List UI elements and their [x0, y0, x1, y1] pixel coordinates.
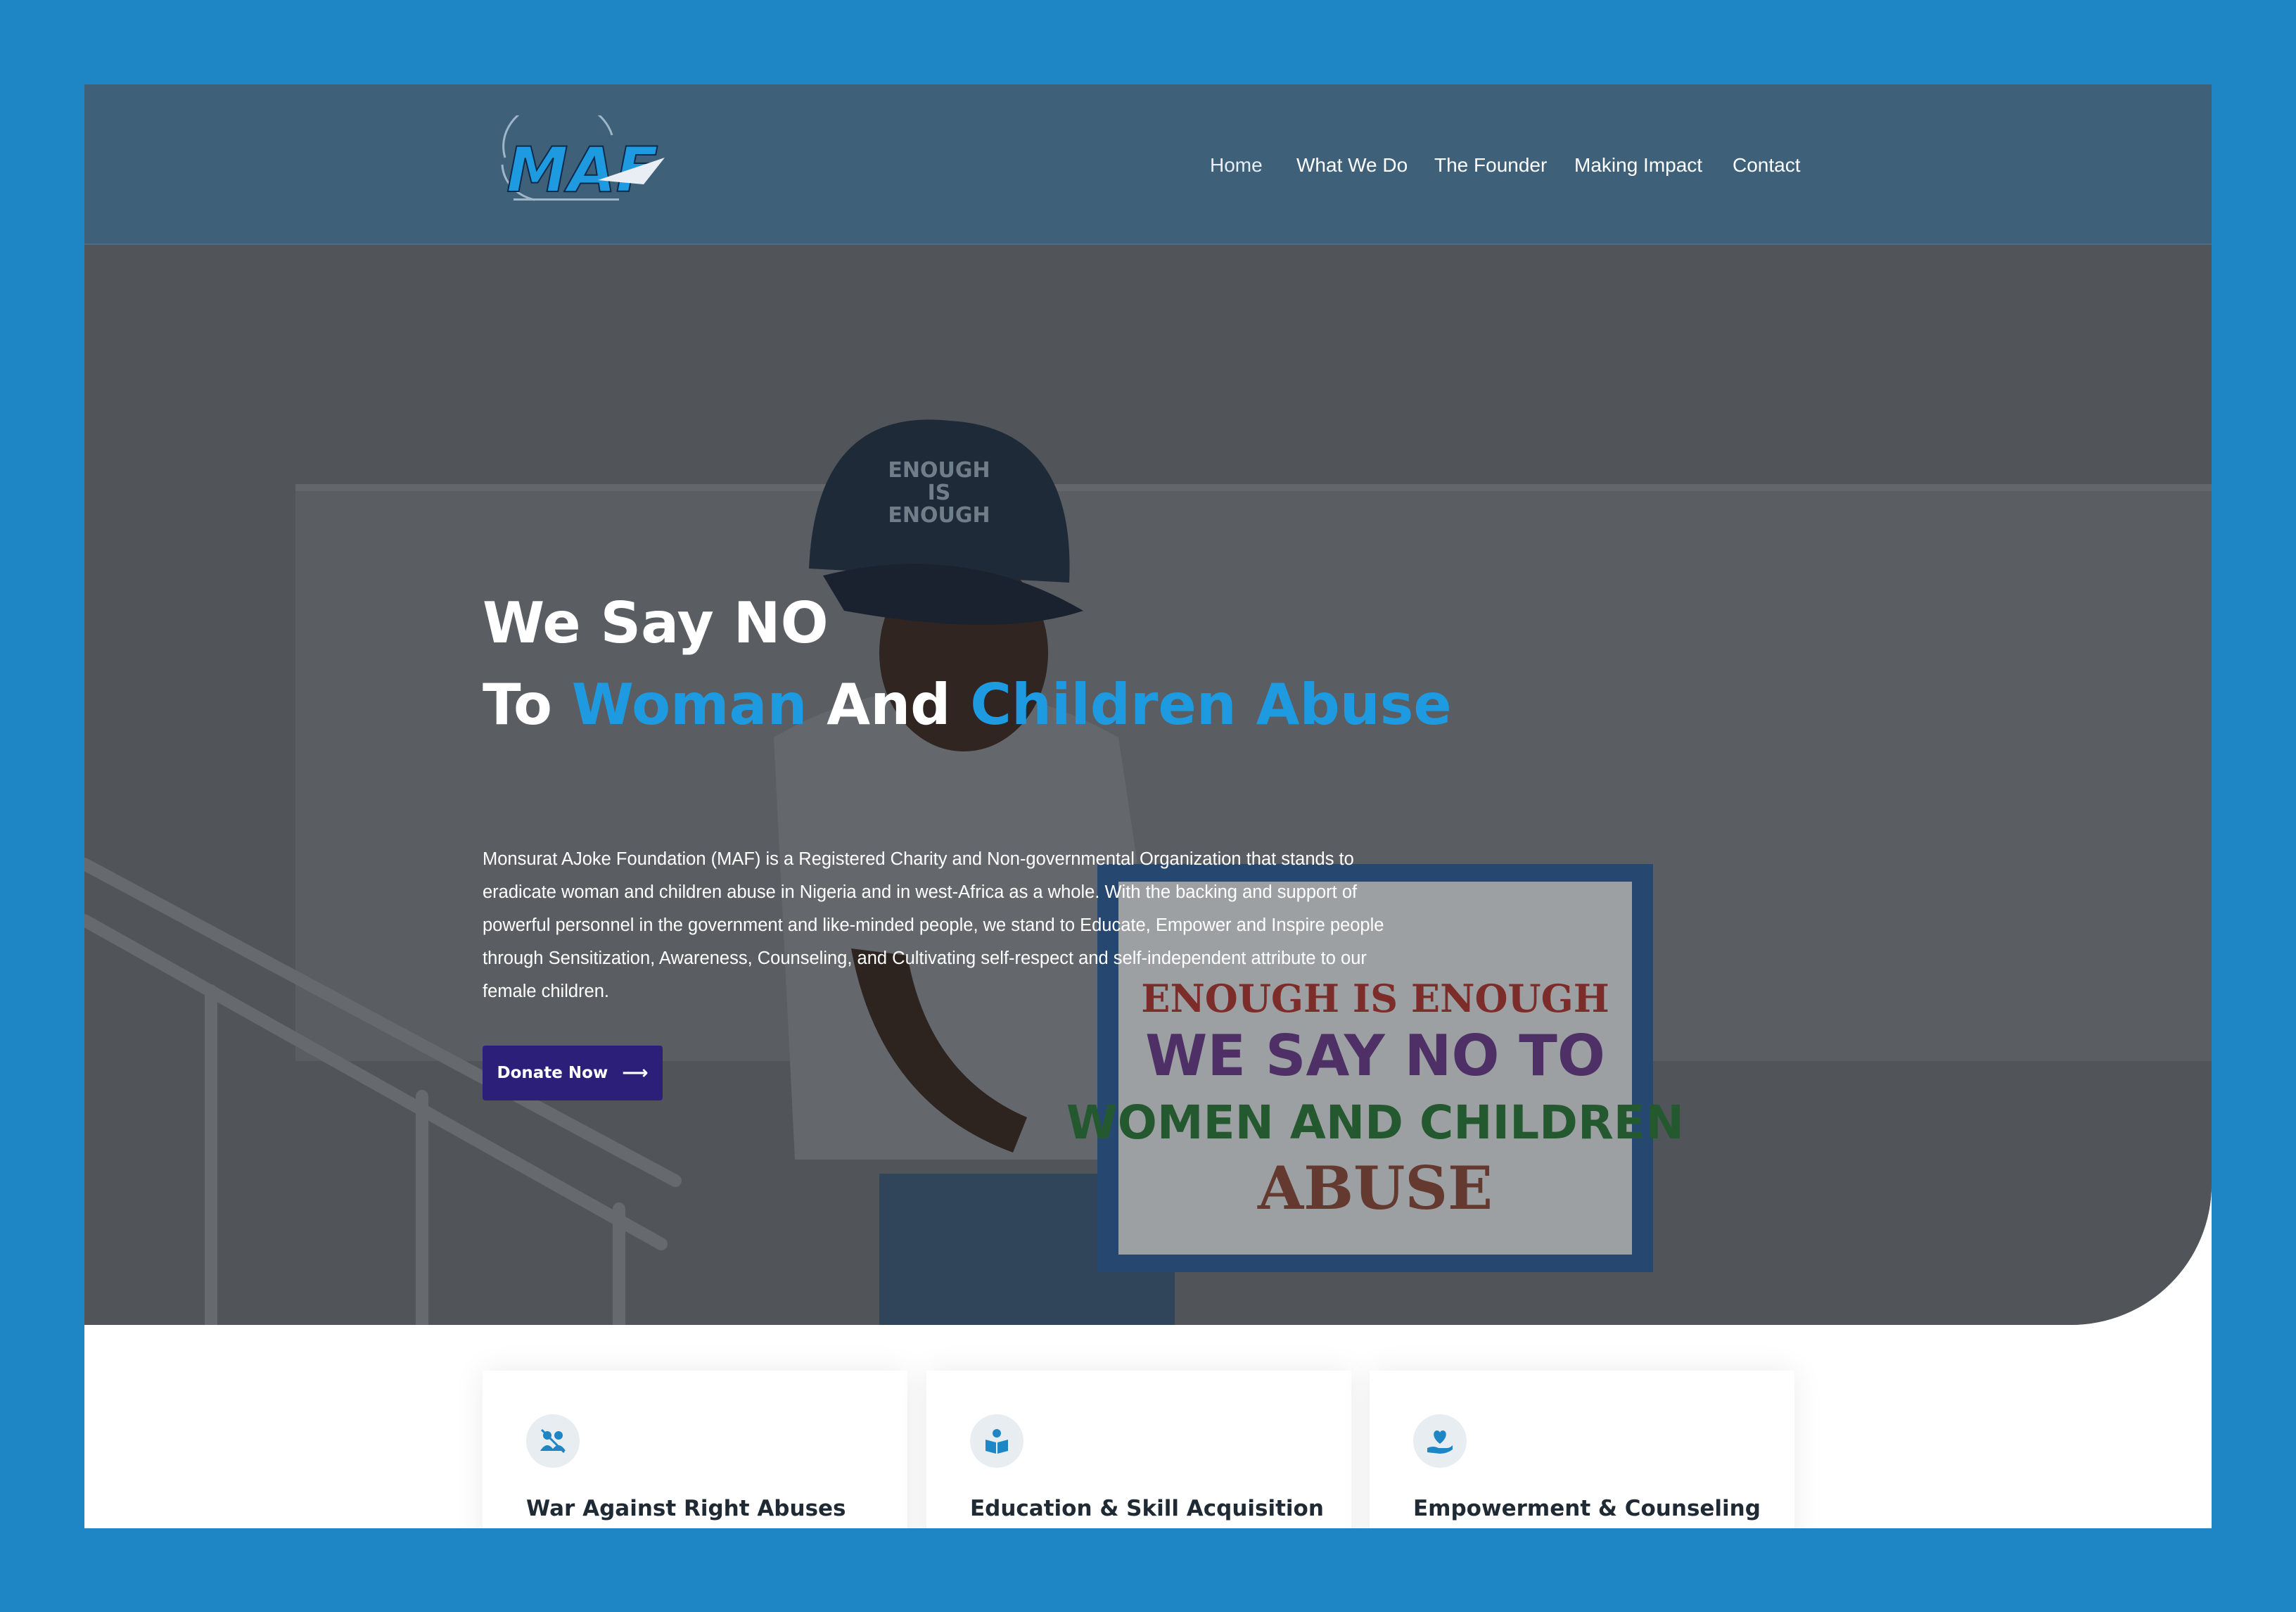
hero-heading-children-abuse: Children Abuse: [970, 672, 1452, 737]
donate-button[interactable]: Donate Now ⟶: [483, 1046, 663, 1100]
hero-heading-line1: We Say NO: [483, 590, 829, 656]
donate-label: Donate Now: [497, 1064, 608, 1082]
nav-home[interactable]: Home: [1210, 148, 1263, 183]
nav-what-we-do[interactable]: What We Do: [1296, 148, 1408, 183]
hero-heading-to: To: [483, 672, 552, 737]
book-reader-icon: [970, 1414, 1023, 1468]
hero-heading: We Say NO To Woman And Children Abuse: [483, 583, 1452, 746]
card-title: War Against Right Abuses: [526, 1496, 846, 1521]
card-title: Empowerment & Counseling: [1413, 1496, 1761, 1521]
hero-heading-and: And: [827, 672, 951, 737]
site-header: MAF Home What We Do The Founder Making I…: [84, 84, 2212, 245]
hero-description: Monsurat AJoke Foundation (MAF) is a Reg…: [483, 849, 1384, 1001]
hand-heart-icon: [1413, 1414, 1467, 1468]
service-card-education[interactable]: Education & Skill Acquisition: [926, 1371, 1351, 1528]
card-title: Education & Skill Acquisition: [970, 1496, 1324, 1521]
hero-photo: ENOUGH IS ENOUGH ENOUGH IS ENOUGH WE SAY…: [84, 245, 2212, 1325]
nav-making-impact[interactable]: Making Impact: [1574, 148, 1702, 183]
main-nav: Home What We Do The Founder Making Impac…: [84, 148, 2212, 183]
nav-contact[interactable]: Contact: [1733, 148, 1801, 183]
service-card-war-against-abuses[interactable]: War Against Right Abuses: [483, 1371, 907, 1528]
arrow-right-icon: ⟶: [622, 1062, 649, 1084]
hero-heading-woman: Woman: [571, 672, 808, 737]
browser-frame: MAF Home What We Do The Founder Making I…: [84, 84, 2212, 1528]
hero-section: ENOUGH IS ENOUGH ENOUGH IS ENOUGH WE SAY…: [84, 245, 2212, 1325]
people-no-abuse-icon: [526, 1414, 580, 1468]
service-card-empowerment[interactable]: Empowerment & Counseling: [1370, 1371, 1794, 1528]
nav-the-founder[interactable]: The Founder: [1434, 148, 1547, 183]
